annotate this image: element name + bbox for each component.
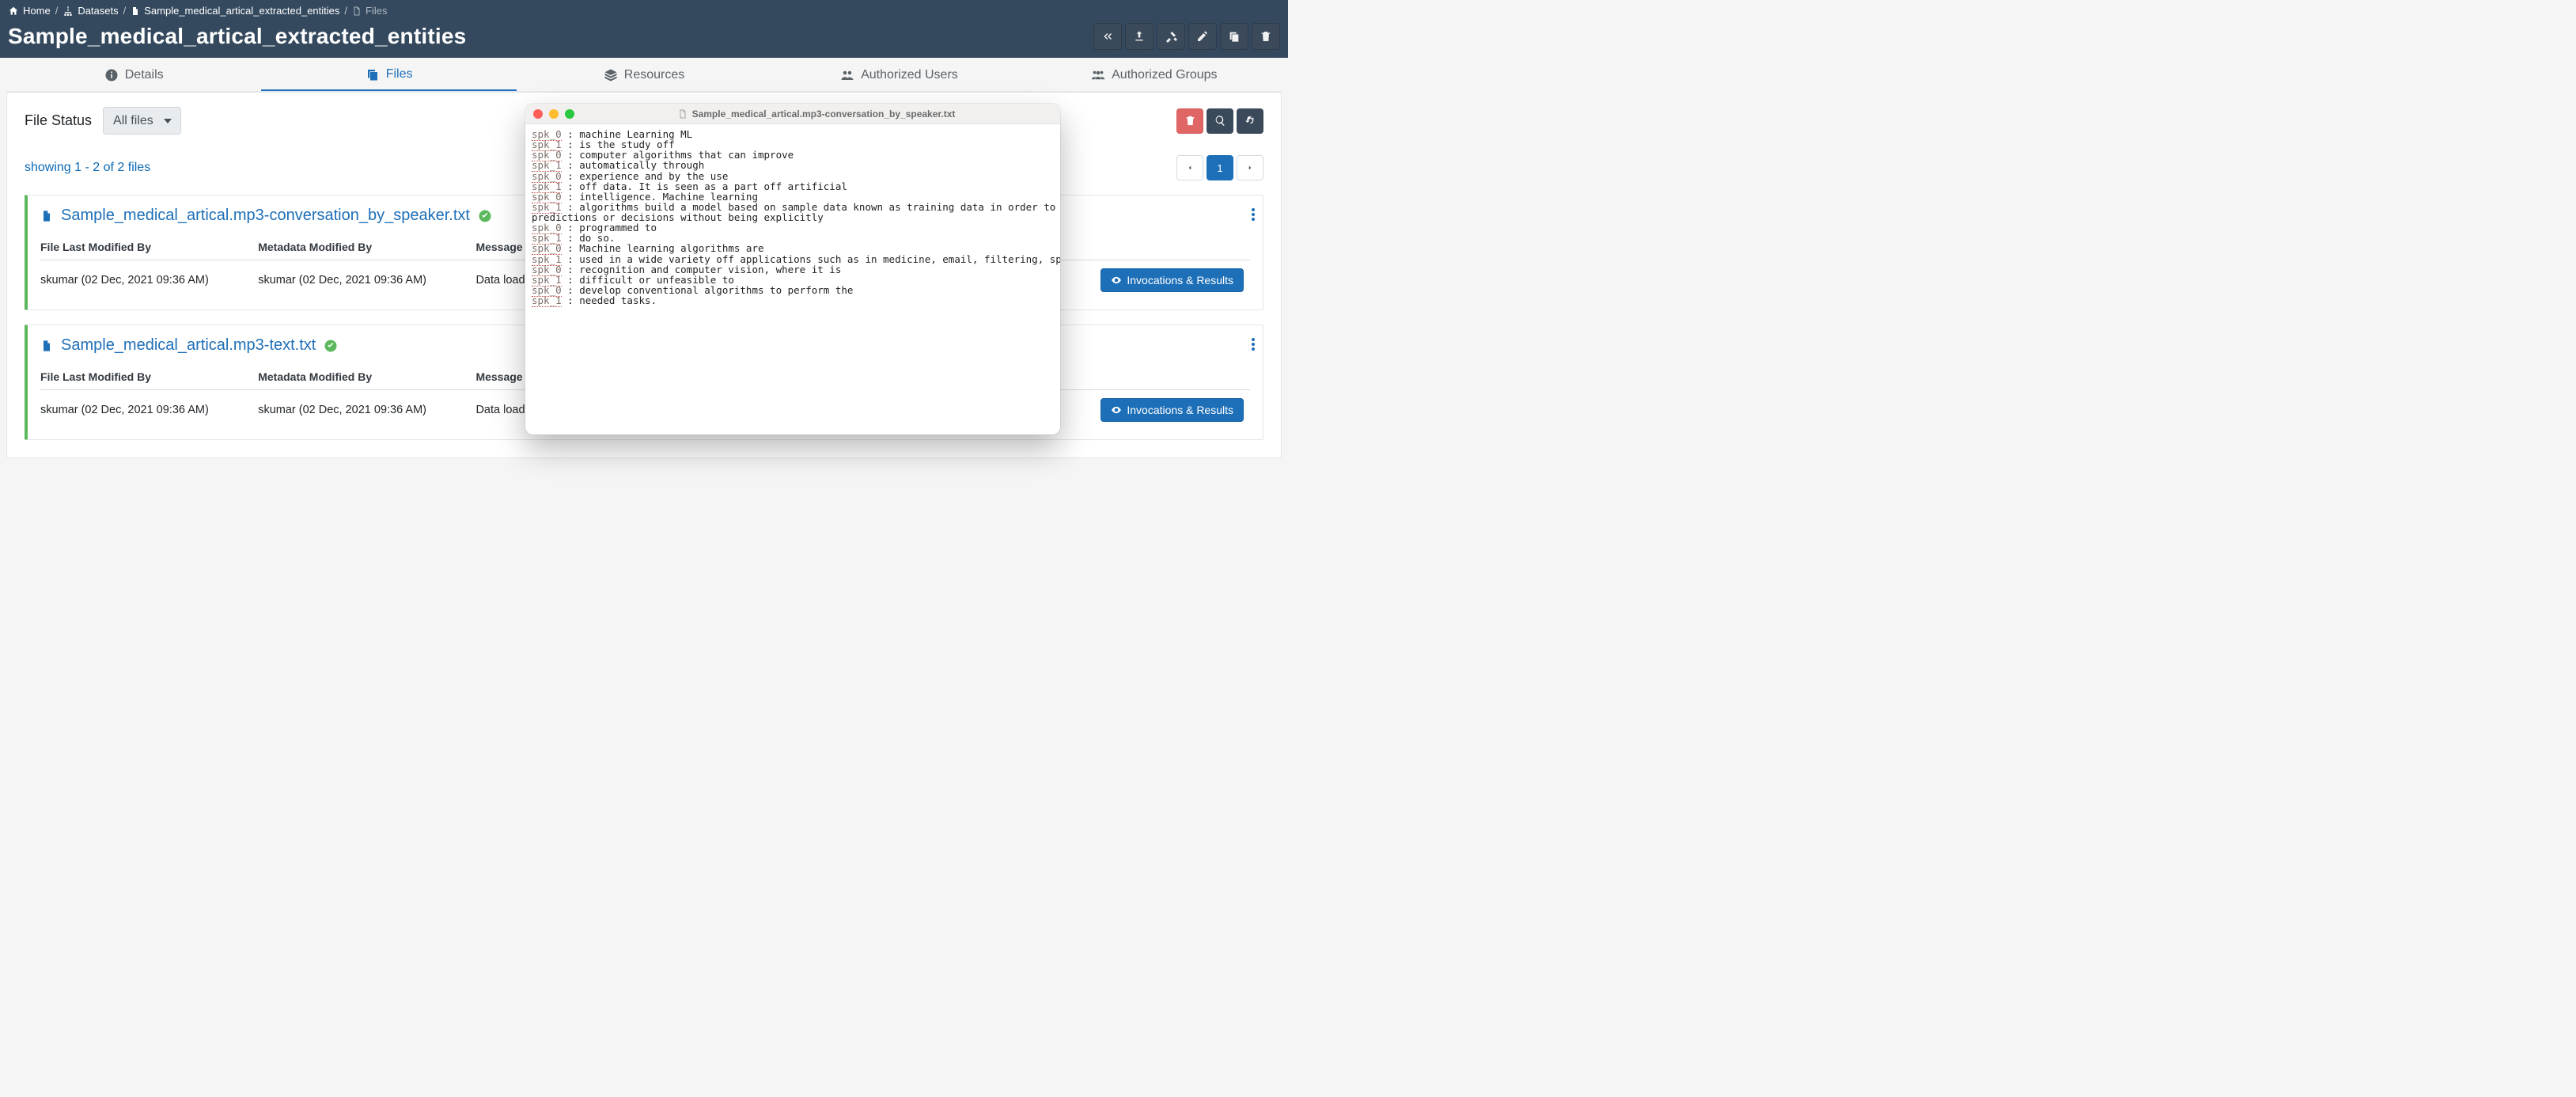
edit-button[interactable] [1188,23,1217,50]
breadcrumb-dataset-label: Sample_medical_artical_extracted_entitie… [144,5,339,17]
file-status-label: File Status [25,112,92,129]
showing-count: showing 1 - 2 of 2 files [25,161,150,175]
sitemap-icon [63,6,74,17]
tools-icon [1165,30,1177,43]
tab-details-label: Details [125,68,164,82]
text-viewer-body: spk_0 : machine Learning MLspk_1 : is th… [525,124,1060,310]
file-outline-icon [352,6,362,17]
file-menu-button[interactable] [1252,338,1255,355]
breadcrumb-current-label: Files [366,5,387,17]
file-outline-icon [678,108,688,120]
file-menu-button[interactable] [1252,208,1255,225]
cell-file-modified: skumar (02 Dec, 2021 09:36 AM) [40,260,258,298]
breadcrumb-sep: / [123,5,127,17]
invocations-results-button[interactable]: Invocations & Results [1100,268,1244,292]
breadcrumb: Home / Datasets / Sample_medical_artical… [8,5,1280,17]
breadcrumb-datasets[interactable]: Datasets [63,5,118,17]
text-viewer-window: Sample_medical_artical.mp3-conversation_… [525,104,1060,435]
home-icon [8,6,19,17]
tab-resources-label: Resources [624,68,684,82]
file-status-select[interactable]: All files [103,107,181,135]
invocations-results-label: Invocations & Results [1127,404,1233,416]
refresh-files-button[interactable] [1237,108,1263,134]
tab-files-label: Files [386,67,413,82]
info-circle-icon [104,68,119,82]
col-file-modified: File Last Modified By [40,364,258,390]
tab-files[interactable]: Files [261,58,516,91]
users-icon [840,68,854,82]
angle-double-left-icon [1101,30,1114,43]
breadcrumb-sep: / [55,5,59,17]
eye-icon [1111,404,1122,416]
tab-authorized-users-label: Authorized Users [861,68,958,82]
delete-button[interactable] [1252,23,1280,50]
cell-file-modified: skumar (02 Dec, 2021 09:36 AM) [40,390,258,427]
title-action-bar [1093,23,1280,50]
cell-meta-modified: skumar (02 Dec, 2021 09:36 AM) [258,260,475,298]
invocations-results-button[interactable]: Invocations & Results [1100,398,1244,422]
file-icon [131,6,140,17]
pager-prev[interactable] [1176,155,1203,180]
cell-meta-modified: skumar (02 Dec, 2021 09:36 AM) [258,390,475,427]
tab-authorized-groups-label: Authorized Groups [1112,68,1217,82]
breadcrumb-current: Files [352,5,387,17]
invocations-results-label: Invocations & Results [1127,274,1233,287]
window-titlebar[interactable]: Sample_medical_artical.mp3-conversation_… [525,104,1060,124]
trash-icon [1260,30,1272,43]
file-name-link[interactable]: Sample_medical_artical.mp3-text.txt [61,336,316,355]
breadcrumb-home-label: Home [23,5,51,17]
search-files-button[interactable] [1207,108,1233,134]
pencil-icon [1196,30,1209,43]
trash-icon [1184,115,1196,127]
breadcrumb-datasets-label: Datasets [78,5,118,17]
collapse-button[interactable] [1093,23,1122,50]
col-meta-modified: Metadata Modified By [258,364,475,390]
file-icon [40,338,53,354]
refresh-icon [1244,115,1256,127]
breadcrumb-dataset[interactable]: Sample_medical_artical_extracted_entitie… [131,5,339,17]
tab-details[interactable]: Details [6,59,261,90]
tab-authorized-groups[interactable]: Authorized Groups [1027,59,1282,90]
upload-button[interactable] [1125,23,1154,50]
window-close-dot[interactable] [533,109,543,119]
window-title-text: Sample_medical_artical.mp3-conversation_… [692,108,956,120]
check-circle-icon [478,209,492,223]
page-title: Sample_medical_artical_extracted_entitie… [8,24,466,49]
tab-resources[interactable]: Resources [517,59,771,90]
col-file-modified: File Last Modified By [40,234,258,260]
pager-page-1[interactable]: 1 [1207,155,1233,180]
file-icon [40,208,53,224]
tab-bar: Details Files Resources Authorized Users… [6,58,1282,92]
window-title: Sample_medical_artical.mp3-conversation_… [581,108,1052,120]
delete-files-button[interactable] [1176,108,1203,134]
groups-icon [1091,68,1105,82]
caret-right-icon [1246,164,1254,172]
layers-icon [604,68,618,82]
breadcrumb-sep: / [344,5,347,17]
col-meta-modified: Metadata Modified By [258,234,475,260]
file-name-link[interactable]: Sample_medical_artical.mp3-conversation_… [61,207,470,225]
breadcrumb-home[interactable]: Home [8,5,51,17]
copy-button[interactable] [1220,23,1248,50]
check-circle-icon [324,339,338,353]
copy-icon [366,67,380,82]
search-icon [1214,115,1226,127]
eye-icon [1111,275,1122,286]
kebab-icon [1252,338,1255,351]
window-zoom-dot[interactable] [565,109,574,119]
pager-next[interactable] [1237,155,1263,180]
copy-icon [1228,30,1241,43]
caret-left-icon [1186,164,1194,172]
tab-authorized-users[interactable]: Authorized Users [771,59,1026,90]
pager: 1 [1176,155,1263,180]
kebab-icon [1252,208,1255,221]
window-minimize-dot[interactable] [549,109,559,119]
tools-button[interactable] [1157,23,1185,50]
upload-icon [1133,30,1146,43]
